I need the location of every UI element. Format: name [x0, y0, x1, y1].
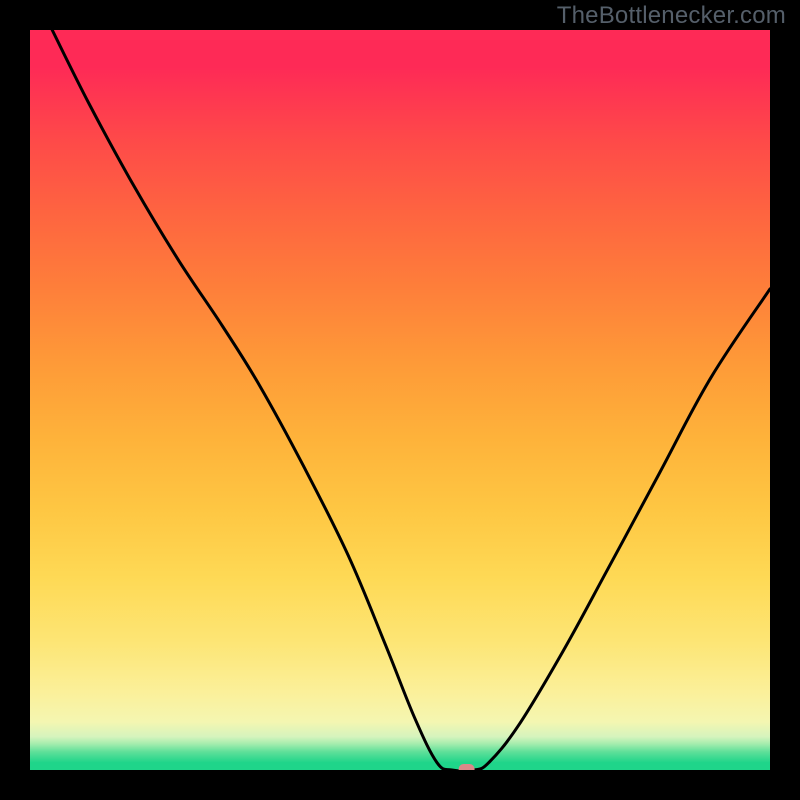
chart-background [30, 30, 770, 770]
watermark-label: TheBottlenecker.com [557, 2, 786, 30]
chart-container: TheBottlenecker.com [0, 0, 800, 800]
chart-svg [30, 30, 770, 770]
optimal-point-marker [459, 764, 475, 770]
plot-area [30, 30, 770, 770]
